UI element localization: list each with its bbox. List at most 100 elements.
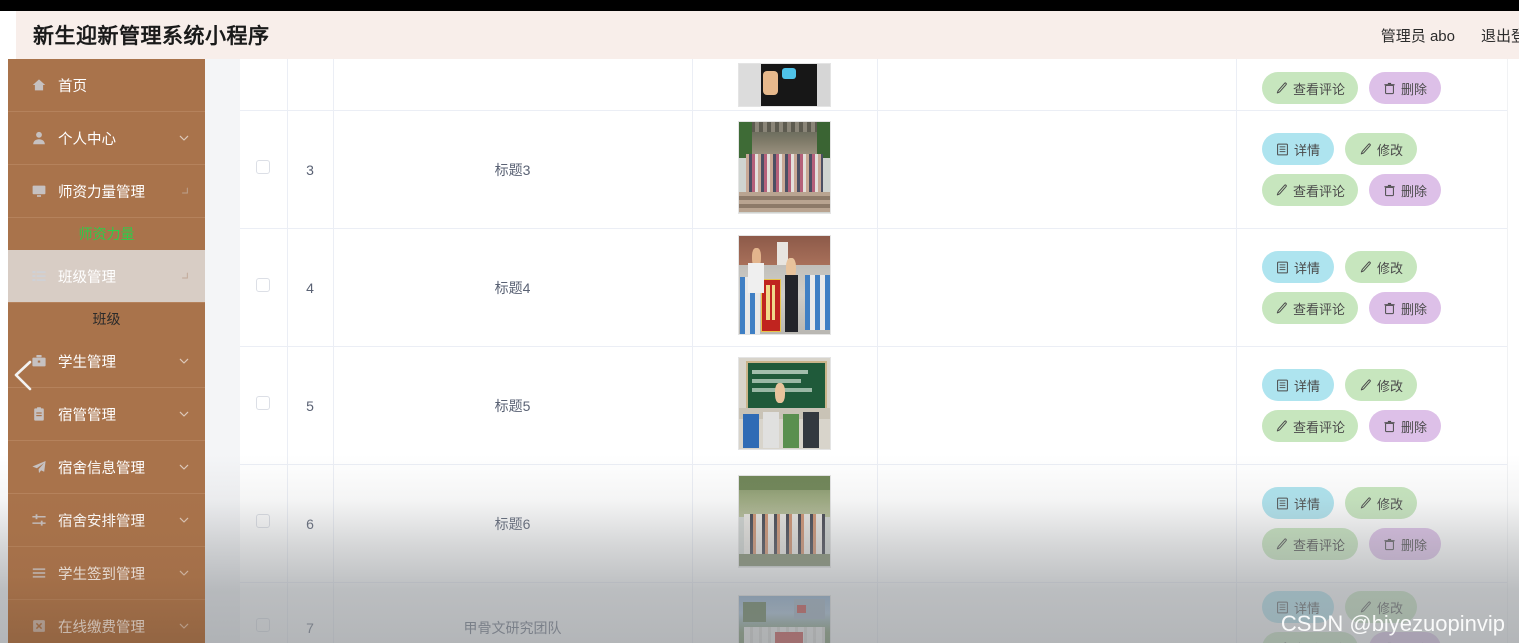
caret-down-icon (179, 515, 189, 524)
sidebar: 首页 个人中心 师资力量管理 师资力量 班级管理 班级 学生管理 宿管管理 宿舍信息管理 宿舍安排… (8, 59, 205, 643)
row-title-cell (333, 59, 693, 111)
sidebar-item-label: 学生签到管理 (58, 566, 145, 583)
sidebar-item-5[interactable]: 宿管管理 (8, 388, 205, 441)
table-row[interactable]: 4 标题4 详情 修改查看评论 删除 (240, 228, 1509, 347)
row-ops-cell: 详情 修改查看评论 删除 (1236, 464, 1509, 583)
detail-button-label: 详情 (1293, 142, 1320, 158)
pencil-icon (1359, 379, 1372, 392)
pencil-icon (1275, 184, 1288, 197)
row-select-cell[interactable] (240, 346, 288, 465)
row-title-cell: 标题4 (333, 228, 693, 347)
row-select-cell[interactable] (240, 110, 288, 229)
sidebar-item-2[interactable]: 师资力量管理 (8, 165, 205, 218)
row-image-cell (692, 228, 878, 347)
edit-button[interactable]: 修改 (1345, 133, 1417, 165)
delete-button-label: 删除 (1401, 81, 1428, 97)
comment-button[interactable]: 查看评论 (1262, 410, 1359, 442)
submenu-item-class[interactable]: 班级 (8, 303, 205, 335)
sidebar-item-9[interactable]: 在线缴费管理 (8, 600, 205, 643)
row-ops-cell: 详情 修改查看评论 删除 (1236, 110, 1509, 229)
trash-icon (1383, 184, 1396, 197)
comment-button[interactable]: 查看评论 (1262, 72, 1359, 104)
delete-button-label: 删除 (1401, 639, 1427, 643)
sidebar-collapse-button[interactable] (10, 358, 38, 392)
delete-button[interactable]: 删除 (1369, 292, 1442, 324)
delete-button[interactable]: 删除 (1369, 174, 1442, 206)
row-select-cell[interactable] (240, 464, 288, 583)
row-checkbox[interactable] (256, 514, 271, 528)
row-select-cell[interactable] (240, 59, 288, 111)
row-actions: 详情 修改查看评论 删除 (1262, 363, 1482, 448)
edit-button-label: 修改 (1376, 496, 1403, 512)
sidebar-item-label: 师资力量管理 (58, 184, 145, 201)
delete-button-label: 删除 (1401, 183, 1428, 199)
delete-button[interactable]: 删除 (1369, 528, 1442, 560)
comment-button-label: 查看评论 (1293, 81, 1346, 97)
chevron-left-icon (14, 360, 32, 391)
row-select-cell[interactable] (240, 228, 288, 347)
comment-button[interactable]: 查看评论 (1262, 174, 1359, 206)
monitor-icon (30, 183, 47, 200)
trash-icon (1383, 420, 1396, 433)
browser-top-strip (0, 0, 1519, 11)
submenu-item-teacher[interactable]: 师资力量 (8, 218, 205, 250)
row-checkbox[interactable] (256, 396, 271, 410)
row-index-cell: 4 (287, 228, 334, 347)
content-gutter (205, 59, 240, 643)
comment-button-label: 查看评论 (1293, 183, 1346, 199)
row-index-cell: 3 (287, 110, 334, 229)
detail-button-label: 详情 (1293, 496, 1320, 512)
row-image-cell (692, 110, 878, 229)
edit-button[interactable]: 修改 (1345, 369, 1417, 401)
row-checkbox[interactable] (256, 160, 271, 174)
edit-button[interactable]: 修改 (1345, 487, 1417, 519)
delete-button-label: 删除 (1401, 419, 1428, 435)
header-actions: 管理员 abo 退出登录 (1381, 25, 1519, 46)
row-thumbnail (738, 356, 831, 450)
row-actions: 查看评论 删除 (1262, 59, 1482, 110)
table-row[interactable]: 5 标题5 详情 修改 查看评论 删除 (240, 346, 1509, 465)
sidebar-item-3[interactable]: 班级管理 (8, 250, 205, 303)
table-row[interactable]: 查看评论 删除 (240, 59, 1509, 111)
row-index-cell: 7 (287, 582, 334, 643)
sidebar-item-8[interactable]: 学生签到管理 (8, 547, 205, 600)
caret-down-icon (179, 133, 189, 142)
comment-button[interactable]: 查看评论 (1262, 528, 1359, 560)
caret-corner-icon (179, 186, 188, 195)
row-title-cell: 标题6 (333, 464, 693, 583)
detail-button[interactable]: 详情 (1262, 133, 1334, 165)
menu-lines-icon (30, 565, 47, 582)
comment-button-label: 查看评论 (1293, 419, 1346, 435)
paper-plane-icon (30, 459, 47, 476)
sidebar-item-7[interactable]: 宿舍安排管理 (8, 494, 205, 547)
detail-button[interactable]: 详情 (1262, 251, 1334, 283)
sidebar-item-6[interactable]: 宿舍信息管理 (8, 441, 205, 494)
row-extra-cell (877, 346, 1237, 465)
comment-button-label: 查看评论 (1293, 639, 1345, 643)
page-title: 新生迎新管理系统小程序 (33, 25, 270, 48)
table-row[interactable]: 3 标题3 详情 修改 查看评论 删除 (240, 110, 1509, 229)
row-extra-cell (877, 464, 1237, 583)
sidebar-item-0[interactable]: 首页 (8, 59, 205, 112)
row-extra-cell (877, 110, 1237, 229)
detail-button[interactable]: 详情 (1262, 487, 1334, 519)
sidebar-item-label: 宿管管理 (58, 407, 116, 424)
row-checkbox[interactable] (256, 278, 271, 292)
row-select-cell[interactable] (240, 582, 288, 643)
sidebar-item-1[interactable]: 个人中心 (8, 112, 205, 165)
caret-down-icon (179, 462, 189, 471)
delete-button[interactable]: 删除 (1369, 72, 1442, 104)
row-checkbox[interactable] (256, 618, 271, 632)
edit-button[interactable]: 修改 (1345, 251, 1417, 283)
detail-button[interactable]: 详情 (1262, 369, 1334, 401)
row-thumbnail (738, 474, 831, 568)
table-row[interactable]: 6 标题6 详情 修改 查看评论 删除 (240, 464, 1509, 583)
sidebar-item-label: 首页 (58, 78, 87, 95)
row-thumbnail (738, 120, 831, 214)
comment-button[interactable]: 查看评论 (1262, 292, 1359, 324)
delete-button[interactable]: 删除 (1369, 410, 1442, 442)
logout-link[interactable]: 退出登录 (1481, 25, 1519, 46)
document-icon (1276, 143, 1289, 156)
sidebar-item-label: 宿舍安排管理 (58, 513, 145, 530)
edit-button-label: 修改 (1376, 142, 1403, 158)
